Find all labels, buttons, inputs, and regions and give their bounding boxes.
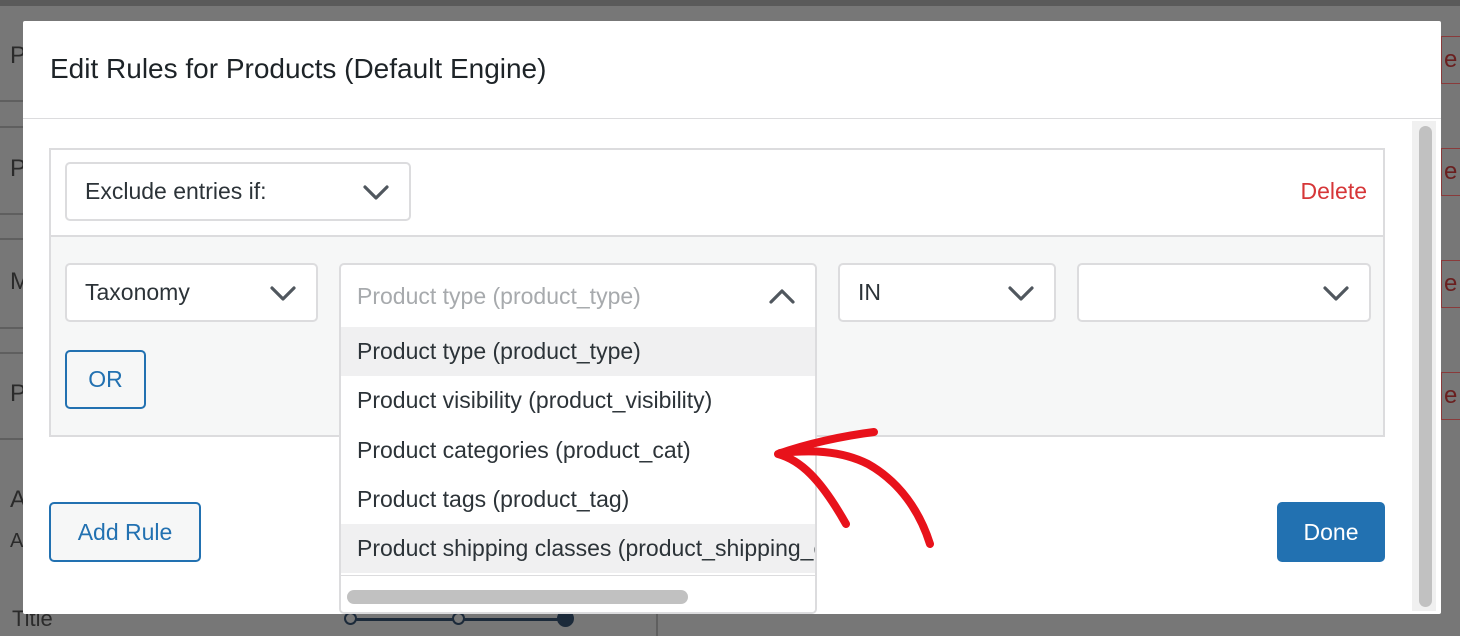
bg-divider: [0, 213, 23, 215]
bg-divider: [0, 352, 23, 354]
bg-divider: [0, 327, 23, 329]
add-rule-button[interactable]: Add Rule: [49, 502, 201, 562]
rule-source-select[interactable]: Taxonomy: [65, 263, 318, 322]
dropdown-option[interactable]: Product tags (product_tag): [341, 475, 815, 524]
rule-source-label: Taxonomy: [85, 279, 190, 305]
edit-rules-modal: Edit Rules for Products (Default Engine)…: [23, 21, 1441, 614]
bg-topbar: [0, 0, 1460, 6]
chevron-up-icon: [767, 285, 797, 307]
done-button[interactable]: Done: [1277, 502, 1385, 562]
bg-divider: [0, 238, 23, 240]
bg-text: e: [1444, 382, 1458, 409]
bg-divider: [656, 614, 658, 636]
bg-divider: [0, 100, 23, 102]
bg-divider: [0, 438, 23, 440]
bg-text: A: [10, 530, 24, 552]
chevron-down-icon: [1006, 282, 1036, 304]
dropdown-option[interactable]: Product type (product_type): [341, 327, 815, 376]
dropdown-option[interactable]: Product shipping classes (product_shippi…: [341, 524, 815, 573]
rule-value-select[interactable]: [1077, 263, 1371, 322]
modal-header: Edit Rules for Products (Default Engine): [23, 21, 1441, 119]
rule-operator-label: IN: [858, 279, 881, 305]
dropdown-horizontal-scrollbar[interactable]: [341, 575, 815, 612]
dropdown-scrollbar-thumb[interactable]: [347, 590, 688, 604]
taxonomy-select-placeholder: Product type (product_type): [357, 282, 641, 309]
bg-text: e: [1444, 158, 1458, 185]
modal-title: Edit Rules for Products (Default Engine): [50, 53, 547, 84]
or-button[interactable]: OR: [65, 350, 146, 409]
rule-operator-select[interactable]: IN: [838, 263, 1056, 322]
bg-text: e: [1444, 46, 1458, 73]
delete-rule-link[interactable]: Delete: [1301, 178, 1367, 205]
rule-mode-label: Exclude entries if:: [85, 178, 267, 204]
chevron-down-icon: [361, 181, 391, 203]
chevron-down-icon: [268, 282, 298, 304]
rule-header: Exclude entries if: Delete: [51, 150, 1383, 237]
chevron-down-icon: [1321, 282, 1351, 304]
bg-text: e: [1444, 270, 1458, 297]
bg-divider: [0, 126, 23, 128]
dropdown-option[interactable]: Product categories (product_cat): [341, 426, 815, 475]
taxonomy-select-dropdown[interactable]: Product type (product_type) Product type…: [339, 263, 817, 614]
dropdown-option[interactable]: Product visibility (product_visibility): [341, 376, 815, 425]
taxonomy-select[interactable]: Product type (product_type): [341, 265, 815, 327]
rule-mode-select[interactable]: Exclude entries if:: [65, 162, 411, 221]
modal-scrollbar-thumb[interactable]: [1419, 126, 1432, 607]
